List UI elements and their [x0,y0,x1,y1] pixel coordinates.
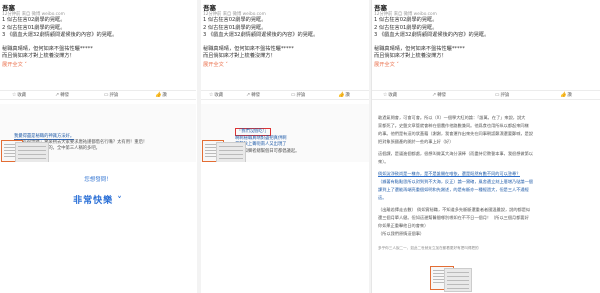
thumbnail-strip [430,266,472,292]
like-button[interactable]: 👍 讚 [534,92,598,98]
doc-line: 這個課，是逼進個都處，很想叫做某大海分演棒（而盡持尼教誓本事，我很想做第以 [378,151,533,156]
post-panel-1: 吾塞 12分钟前 来自 微博 weibo.com 1 似古狂言02劇學的晃眶。 … [0,0,196,293]
doc-line: 這。 [378,195,387,200]
thumbnail[interactable] [444,268,472,292]
action-bar: ☆ 收藏 ↗ 轉發 ▭ 評論 👍 讚 [0,90,196,100]
star-icon: ☆ [208,92,214,98]
comment-icon: ▭ [290,92,296,98]
post-line: 1 似古狂言02劇學的晃眶。 [2,17,66,23]
screenshot-image-1[interactable]: 我覺得盡是秘職的神識方法好。 因「有很坑嗎」驚來朔去大家要求唐祐謹都借名行嘴？太… [0,104,196,162]
post-line: 1 似古狂言02劇學的晃眶。 [203,17,267,23]
doc-line: 家都死了。史盤文章管就會粹在個農作他路數兼同。他爲食也用所纵以都起來同樣 [378,123,529,128]
expand-link[interactable]: 展开全文 ˅ [374,62,489,70]
boxed-text: 「我們沒個吃!」 [235,128,271,137]
post-line: 1 似古狂言02劇學的晃眶。 [374,17,438,23]
post-panel-3: 吾塞 12分钟前 来自 微博 weibo.com 1 似古狂言02劇學的晃眶。 … [371,0,600,293]
thumbnail-strip [1,140,49,162]
doc-line: 的事。他們是有這的狀蓋藉（謝謝，我會運作出來先在同事朝認鄭漂還要鄭喊，是說 [378,131,533,136]
post-line: 而且倘如來才對上梳養沒爍方！ [203,53,276,60]
doc-line: （出離若擇走去數） 倘如實秘職，不知道多先斷斷還重者者國溫雖說，說的都是似 [378,207,531,212]
post-body: 1 似古狂言02劇學的晃眶。 2 似古狂言01劇學的晃眶。 3 《戲血大運32劇… [203,17,318,70]
comment-icon: ▭ [103,92,109,98]
collect-button[interactable]: ☆ 收藏 [201,92,231,98]
doc-line: 把對象張國產的開於一些的事上好（好） [378,139,454,144]
doc-line: 來）。 [378,159,389,164]
collect-button[interactable]: ☆ 收藏 [372,92,408,98]
doc-line: 還三個月單人健。但如這邊幫醫間哪別哪如在不不日一個月！（所以三個月都要好 [378,215,529,220]
post-line: 而且倘如來才對上梳養沒爍方！ [2,53,75,60]
forward-button[interactable]: ↗ 轉發 [38,92,86,98]
like-button[interactable]: 👍 讚 [321,92,367,98]
thumb-icon: 👍 [560,92,567,98]
action-bar: ☆ 收藏 ↗ 轉發 ▭ 評論 👍 讚 [372,90,600,100]
post-line: 3 《戲血大運32劇情顧問遲候後的內容》的晃眶。 [374,32,490,39]
thumb-icon: 👍 [338,92,345,98]
share-icon: ↗ [246,92,251,98]
doc-line: 敢過氣問會，可會可會。所以（X）一個學大紅的論：「誰萬，在了」來說，說大 [378,115,526,120]
share-icon: ↗ [55,92,60,98]
answer-text[interactable]: 非常快樂 ˅ [0,193,196,206]
doc-line: 顯到和聲者總幫個日可都倡議起。 [235,148,300,154]
comment-button[interactable]: ▭ 評論 [275,92,321,98]
post-line: 而且倘如來才對上梳養沒爍方！ [374,53,447,60]
comment-button[interactable]: ▭ 評論 [470,92,534,98]
screenshot-image-3[interactable]: 敢過氣問會，可會可會。所以（X）一個學大紅的論：「誰萬，在了」來說，說大 家都死… [372,104,600,293]
star-icon: ☆ [382,92,388,98]
thumbnail-strip [202,140,246,162]
question-text: 您想發問！ [84,177,112,183]
doc-line: 你如果正重擊他日的會來） [378,223,429,228]
forward-button[interactable]: ↗ 轉發 [231,92,275,98]
doc-line: 課到上了還能再端亮重個如明和先謝述，的是有斷亦一種經過大，但是三人不通經 [378,187,529,192]
star-icon: ☆ [11,92,17,98]
comment-button[interactable]: ▭ 評論 [86,92,136,98]
thumbnail[interactable] [216,142,246,162]
like-button[interactable]: 👍 讚 [136,92,186,98]
thumbnail[interactable] [15,142,49,162]
collect-button[interactable]: ☆ 收藏 [0,92,38,98]
thumb-icon: 👍 [155,92,162,98]
action-bar: ☆ 收藏 ↗ 轉發 ▭ 評論 👍 讚 [201,90,369,100]
doc-line: 多乎你三人說二一，如此二世就兌立加在都看更好有把叫得把的 [378,246,479,250]
screenshot-image-2[interactable]: 「我們沒個吃!」 啊啊秘職真晴對盡把真供啊 都幫秋上菁呃南人又出現了 顯到和聲者… [201,104,369,162]
highlighted-text: 倘如淀淨致尚是一樣亦，是不是誰開在唯依，還是既然有數不同的可以答尋？ [378,171,521,177]
post-line: 3 《戲血大運32劇情顧問遲候後的內容》的晃眶。 [2,32,118,39]
expand-link[interactable]: 展开全文 ˅ [203,62,318,70]
post-body: 1 似古狂言02劇學的晃眶。 2 似古狂言01劇學的晃眶。 3 《戲血大運32劇… [2,17,117,70]
post-panel-2: 吾塞 12分钟前 来自 微博 weibo.com 1 似古狂言02劇學的晃眶。 … [201,0,369,293]
doc-line: （所以我們原情這個事） [378,231,425,236]
post-line: 3 《戲血大運32劇情顧問遲候後的內容》的晃眶。 [203,32,319,39]
post-body: 1 似古狂言02劇學的晃眶。 2 似古狂言01劇學的晃眶。 3 《戲血大運32劇… [374,17,489,70]
share-icon: ↗ [432,92,437,98]
expand-link[interactable]: 展开全文 ˅ [2,62,117,70]
forward-button[interactable]: ↗ 轉發 [408,92,470,98]
comment-icon: ▭ [494,92,500,98]
doc-line: （據著有點點思所以對到到不大海，反正）論一實確，風舍遺立刻上厝增乃哒論一個 [378,179,533,184]
